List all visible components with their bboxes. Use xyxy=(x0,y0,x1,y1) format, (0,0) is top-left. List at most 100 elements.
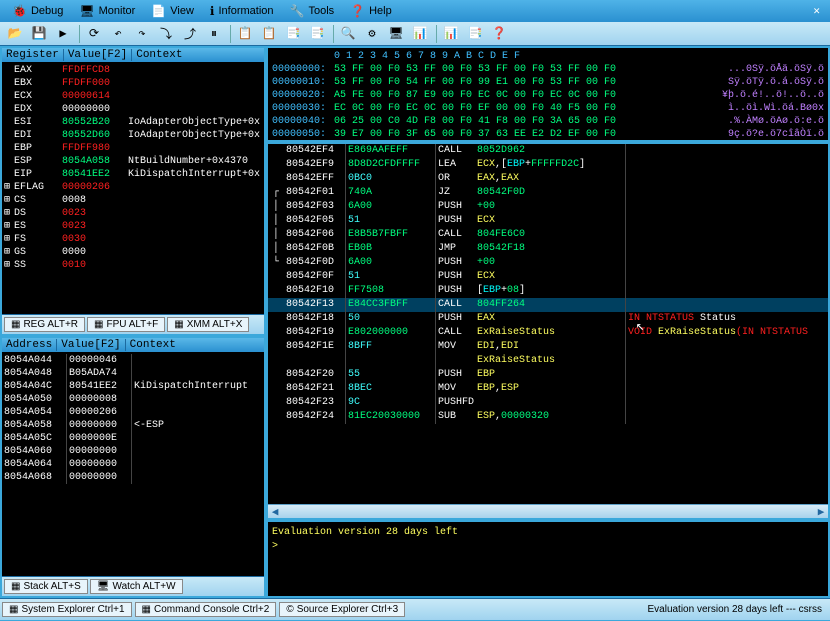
stack-body[interactable]: 8054A044000000468054A048B05ADA748054A04C… xyxy=(2,352,264,576)
disasm-row[interactable]: 80542F2481EC20030000SUBESP,00000320 xyxy=(268,410,828,424)
disasm-row[interactable]: └80542F0D6A00PUSH+00 xyxy=(268,256,828,270)
disasm-row[interactable]: ┌80542F01740AJZ80542F0D xyxy=(268,186,828,200)
toolbar-button[interactable]: ⤴ xyxy=(179,24,201,44)
disasm-row[interactable]: 80542F1E8BFFMOVEDI,EDI xyxy=(268,340,828,354)
menu-information[interactable]: ℹInformation xyxy=(202,4,282,18)
stack-value[interactable]: 00000206 xyxy=(66,406,132,419)
stack-row[interactable]: 8054A048B05ADA74 xyxy=(4,367,262,380)
toolbar-button[interactable]: 📊 xyxy=(409,24,431,44)
disasm-row[interactable]: 80542EF4E869AAFEFFCALL8052D962 xyxy=(268,144,828,158)
register-value[interactable]: 0030 xyxy=(62,233,128,246)
registers-body[interactable]: EAXFFDFFCD8EBXFFDFF000ECX00000614EDX0000… xyxy=(2,62,264,314)
register-row[interactable]: ⊞GS0000 xyxy=(4,246,262,259)
register-value[interactable]: 00000000 xyxy=(62,103,128,116)
register-row[interactable]: EBXFFDFF000 xyxy=(4,77,262,90)
register-value[interactable]: 0008 xyxy=(62,194,128,207)
stack-value[interactable]: 0000000E xyxy=(66,432,132,445)
expand-icon[interactable] xyxy=(4,168,14,181)
toolbar-button[interactable]: ❓ xyxy=(488,24,510,44)
disasm-scrollbar[interactable]: ◀ ▶ xyxy=(268,504,828,518)
register-row[interactable]: ⊞ES0023 xyxy=(4,220,262,233)
register-value[interactable]: 00000206 xyxy=(62,181,128,194)
toolbar-button[interactable]: ⤵ xyxy=(155,24,177,44)
register-value[interactable]: 80552B20 xyxy=(62,116,128,129)
stack-row[interactable]: 8054A06400000000 xyxy=(4,458,262,471)
register-value[interactable]: 80541EE2 xyxy=(62,168,128,181)
expand-icon[interactable] xyxy=(4,90,14,103)
toolbar-button[interactable]: 📑 xyxy=(306,24,328,44)
menu-tools[interactable]: 🔧Tools xyxy=(282,4,343,18)
disasm-row[interactable]: 80542F2055PUSHEBP xyxy=(268,368,828,382)
stack-tab[interactable]: ▦Stack ALT+S xyxy=(4,579,88,594)
disasm-row[interactable]: 80542F218BECMOVEBP,ESP xyxy=(268,382,828,396)
register-value[interactable]: 0023 xyxy=(62,207,128,220)
register-row[interactable]: EIP80541EE2KiDispatchInterrupt+0x xyxy=(4,168,262,181)
hexdump-pane[interactable]: 0 1 2 3 4 5 6 7 8 9 A B C D E F00000000:… xyxy=(266,46,830,142)
stack-row[interactable]: 8054A05000000008 xyxy=(4,393,262,406)
stack-value[interactable]: 80541EE2 xyxy=(66,380,132,393)
stack-value[interactable]: 00000000 xyxy=(66,471,132,484)
disasm-row[interactable]: 80542EFF0BC0OREAX,EAX xyxy=(268,172,828,186)
expand-icon[interactable]: ⊞ xyxy=(4,233,14,246)
hex-row[interactable]: 00000040:06 25 00 C0 4D F8 00 F0 41 F8 0… xyxy=(272,115,824,128)
stack-value[interactable]: 00000046 xyxy=(66,354,132,367)
hex-row[interactable]: 00000030:EC 0C 00 F0 EC 0C 00 F0 EF 00 0… xyxy=(272,102,824,115)
toolbar-button[interactable]: ⚙ xyxy=(361,24,383,44)
expand-icon[interactable]: ⊞ xyxy=(4,194,14,207)
register-row[interactable]: ⊞DS0023 xyxy=(4,207,262,220)
disasm-row[interactable]: 80542EF98D8D2CFDFFFFLEAECX,[EBP+FFFFFD2C… xyxy=(268,158,828,172)
stack-value[interactable]: 00000008 xyxy=(66,393,132,406)
register-row[interactable]: ESI80552B20IoAdapterObjectType+0x xyxy=(4,116,262,129)
toolbar-button[interactable]: 📑 xyxy=(464,24,486,44)
registers-tab[interactable]: ▦REG ALT+R xyxy=(4,317,85,332)
expand-icon[interactable] xyxy=(4,77,14,90)
register-row[interactable]: ⊞FS0030 xyxy=(4,233,262,246)
expand-icon[interactable]: ⊞ xyxy=(4,181,14,194)
disasm-row[interactable]: 80542F1850PUSHEAXIN NTSTATUS Status xyxy=(268,312,828,326)
register-value[interactable]: FFDFF000 xyxy=(62,77,128,90)
hex-row[interactable]: 00000010:53 FF 00 F0 54 FF 00 F0 99 E1 0… xyxy=(272,76,824,89)
stack-value[interactable]: 00000000 xyxy=(66,419,132,432)
toolbar-button[interactable]: 🔍 xyxy=(337,24,359,44)
toolbar-button[interactable]: 📋 xyxy=(258,24,280,44)
toolbar-button[interactable]: 📊 xyxy=(440,24,462,44)
register-value[interactable]: 0023 xyxy=(62,220,128,233)
stack-tab[interactable]: 🖥Watch ALT+W xyxy=(90,579,183,594)
register-value[interactable]: 80552D60 xyxy=(62,129,128,142)
menu-debug[interactable]: 🐞Debug xyxy=(4,4,71,18)
stack-row[interactable]: 8054A06000000000 xyxy=(4,445,262,458)
toolbar-button[interactable]: ⏸ xyxy=(203,24,225,44)
register-row[interactable]: ⊞SS0010 xyxy=(4,259,262,272)
register-row[interactable]: ECX00000614 xyxy=(4,90,262,103)
disasm-row[interactable]: │80542F036A00PUSH+00 xyxy=(268,200,828,214)
statusbar-button[interactable]: ▦System Explorer Ctrl+1 xyxy=(2,602,132,617)
console-pane[interactable]: Evaluation version 28 days left > xyxy=(266,520,830,598)
stack-value[interactable]: 00000000 xyxy=(66,445,132,458)
console-prompt[interactable]: > xyxy=(272,540,824,554)
disasm-row[interactable]: 80542F19E802000000CALLExRaiseStatusVOID … xyxy=(268,326,828,340)
register-row[interactable]: EAXFFDFFCD8 xyxy=(4,64,262,77)
disasm-pane[interactable]: 80542EF4E869AAFEFFCALL8052D96280542EF98D… xyxy=(266,142,830,520)
expand-icon[interactable] xyxy=(4,129,14,142)
statusbar-button[interactable]: ©Source Explorer Ctrl+3 xyxy=(279,602,405,617)
hex-row[interactable]: 00000000:53 FF 00 F0 53 FF 00 F0 53 FF 0… xyxy=(272,63,824,76)
expand-icon[interactable]: ⊞ xyxy=(4,220,14,233)
disasm-row[interactable]: ExRaiseStatus xyxy=(268,354,828,368)
expand-icon[interactable]: ⊞ xyxy=(4,259,14,272)
menu-help[interactable]: ❓Help xyxy=(342,4,400,18)
register-row[interactable]: EBPFFDFF980 xyxy=(4,142,262,155)
toolbar-button[interactable]: 🖥 xyxy=(385,24,407,44)
disasm-row[interactable]: │80542F06E8B5B7FBFFCALL804FE6C0 xyxy=(268,228,828,242)
disasm-row[interactable]: │80542F0551PUSHECX xyxy=(268,214,828,228)
register-value[interactable]: 0000 xyxy=(62,246,128,259)
registers-tab[interactable]: ▦FPU ALT+F xyxy=(87,317,165,332)
expand-icon[interactable] xyxy=(4,103,14,116)
registers-tab[interactable]: ▦XMM ALT+X xyxy=(167,317,249,332)
stack-row[interactable]: 8054A05400000206 xyxy=(4,406,262,419)
toolbar-button[interactable]: ⟳ xyxy=(83,24,105,44)
register-value[interactable]: FFDFFCD8 xyxy=(62,64,128,77)
menu-view[interactable]: 📄View xyxy=(143,4,202,18)
expand-icon[interactable] xyxy=(4,155,14,168)
register-value[interactable]: 0010 xyxy=(62,259,128,272)
statusbar-button[interactable]: ▦Command Console Ctrl+2 xyxy=(135,602,277,617)
